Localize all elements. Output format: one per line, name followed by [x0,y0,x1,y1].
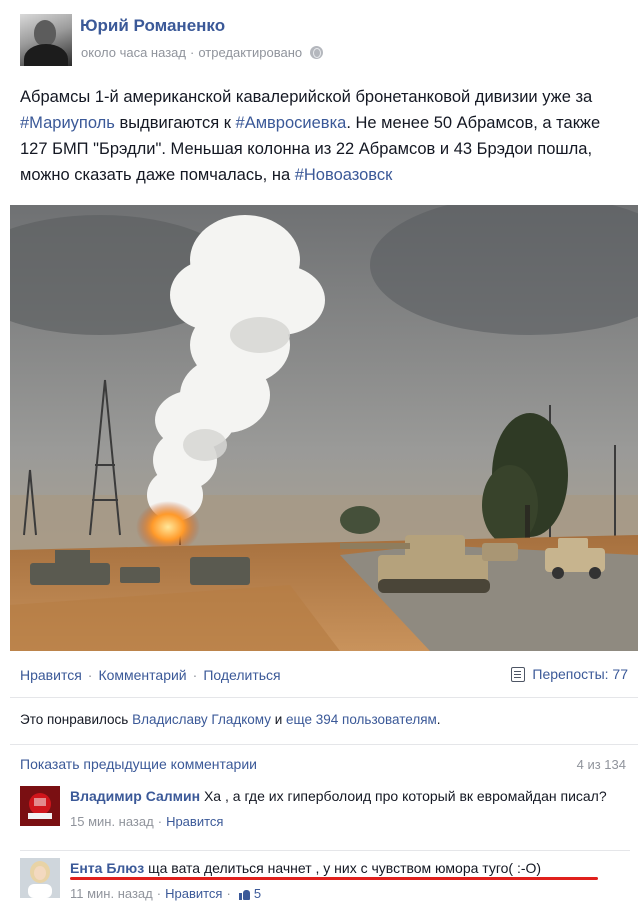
post-meta: около часа назад · отредактировано [81,45,324,60]
globe-icon[interactable] [310,46,324,59]
post-text: Абрамсы 1-й американской кавалерийской б… [20,84,632,188]
comment-text: Ха , а где их гиперболоид про который вк… [203,788,607,804]
edited-label[interactable]: отредактировано [198,45,302,60]
comment-body: Ента Блюз ща вата делиться начнет , у ни… [70,858,630,904]
comment-meta: 15 мин. назад · Нравится [70,812,630,832]
comment-time[interactable]: 11 мин. назад [70,884,153,904]
divider [20,850,630,851]
post-header: Юрий Романенко около часа назад · отреда… [20,14,620,70]
share-button[interactable]: Поделиться [203,667,280,683]
likes-prefix: Это понравилось [20,712,133,727]
meta-separator: · [157,814,163,829]
action-separator: · [87,667,93,683]
hashtag-link[interactable]: #Новоазовск [295,166,393,184]
likes-suffix: . [436,712,441,727]
post-actions: Нравится · Комментарий · Поделиться [20,667,281,683]
comment-like-button[interactable]: Нравится [166,812,223,832]
comments-count: 4 из 134 [576,757,626,772]
tank-column-photo [10,205,638,651]
action-separator: · [192,667,198,683]
commenter-avatar[interactable] [20,786,60,826]
thumbs-up-icon [238,889,250,900]
comment-like-count[interactable]: 5 [254,884,261,904]
comment-meta: 11 мин. назад · Нравится · 5 [70,884,630,904]
author-avatar[interactable] [20,14,72,66]
other-likers-link[interactable]: еще 394 пользователям [286,712,437,727]
post-text-part: выдвигаются к [114,114,236,132]
post-time[interactable]: около часа назад [81,45,186,60]
hashtag-link[interactable]: #Амвросиевка [236,114,347,132]
likes-summary: Это понравилось Владиславу Гладкому и ещ… [20,712,441,727]
red-underline-annotation [70,877,598,880]
like-button[interactable]: Нравится [20,667,82,683]
commenter-avatar[interactable] [20,858,60,898]
reposts-count[interactable]: Перепосты: 77 [532,666,628,682]
liker-link[interactable]: Владиславу Гладкому [132,712,271,727]
commenter-name[interactable]: Владимир Салмин [70,788,200,804]
commenter-avatar-image [20,786,60,826]
show-previous-comments[interactable]: Показать предыдущие комментарии [20,756,257,772]
meta-separator: · [156,886,162,901]
meta-separator: · [189,45,195,60]
commenter-avatar-image [20,858,60,898]
commenter-name[interactable]: Ента Блюз [70,860,144,876]
repost-icon [511,666,526,682]
divider [10,697,638,698]
post-photo[interactable] [10,205,638,651]
divider [10,744,638,745]
hashtag-link[interactable]: #Мариуполь [20,114,115,132]
comment-body: Владимир Салмин Ха , а где их гиперболои… [70,786,630,832]
post-text-part: Абрамсы 1-й американской кавалерийской б… [20,88,593,106]
comment-like-button[interactable]: Нравится [165,884,222,904]
comment-button[interactable]: Комментарий [98,667,186,683]
reposts-link[interactable]: Перепосты: 77 [511,666,628,682]
likes-middle: и [270,712,287,727]
comment-text: ща вата делиться начнет , у них с чувств… [148,860,542,876]
comment-time[interactable]: 15 мин. назад [70,812,154,832]
author-name[interactable]: Юрий Романенко [80,16,225,36]
meta-separator: · [226,886,231,901]
